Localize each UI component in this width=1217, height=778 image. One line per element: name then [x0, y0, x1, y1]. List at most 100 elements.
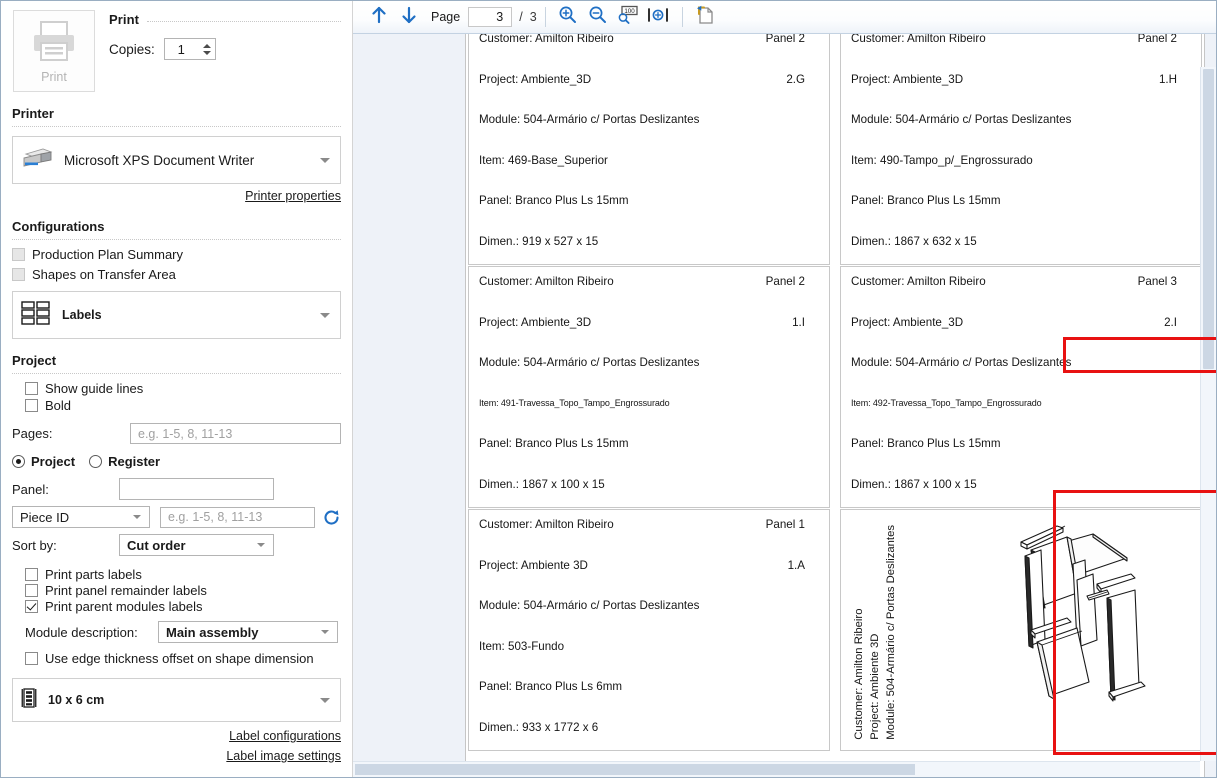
checkbox-label: Production Plan Summary [32, 247, 184, 262]
radio-project[interactable]: Project [12, 454, 75, 469]
checkbox-box[interactable] [12, 248, 25, 261]
checkbox-box[interactable] [25, 600, 38, 613]
print-button-label: Print [41, 69, 67, 84]
chevron-down-icon[interactable] [320, 158, 330, 163]
code-text: 2.G [786, 72, 805, 86]
chevron-down-icon[interactable] [320, 313, 330, 318]
checkbox-print-parent-modules-labels[interactable]: Print parent modules labels [25, 599, 341, 614]
code-text: 1.A [787, 558, 805, 572]
item-text: Item: 490-Tampo_p/_Engrossurado [851, 153, 1033, 167]
label-configurations-link[interactable]: Label configurations [229, 729, 341, 743]
checkbox-label: Use edge thickness offset on shape dimen… [45, 651, 314, 666]
zoom-in-icon[interactable] [558, 5, 577, 29]
report-mode-select[interactable]: Labels [12, 291, 341, 339]
radio-label: Register [108, 454, 161, 469]
print-button[interactable]: Print [13, 10, 95, 92]
page-label: Page [431, 10, 461, 24]
customer-text: Customer: Amilton Ribeiro [479, 34, 614, 45]
page-separator: / [519, 10, 523, 24]
panel-text: Panel 2 [1137, 34, 1177, 45]
radio-label: Project [31, 454, 76, 469]
vertical-scrollbar[interactable] [1200, 67, 1216, 761]
copies-stepper[interactable]: 1 [163, 38, 216, 60]
project-section-divider [12, 373, 341, 374]
export-button[interactable] [691, 4, 719, 30]
item-text: Item: 492-Travessa_Topo_Tampo_Engrossura… [851, 397, 1042, 408]
checkbox-print-parts-labels[interactable]: Print parts labels [25, 567, 341, 582]
print-header: Print Print Copies: 1 [12, 1, 341, 92]
printer-select[interactable]: Microsoft XPS Document Writer [12, 136, 341, 184]
fit-width-button[interactable] [644, 4, 672, 30]
copies-value[interactable]: 1 [165, 42, 200, 57]
checkbox-shapes-on-transfer-area[interactable]: Shapes on Transfer Area [12, 267, 341, 282]
label-image-settings-link[interactable]: Label image settings [226, 749, 341, 763]
filter-type-select[interactable]: Piece ID [12, 506, 150, 528]
checkbox-box[interactable] [25, 399, 38, 412]
label-size-select[interactable]: 10 x 6 cm [12, 678, 341, 722]
dimension-text: Dimen.: 1867 x 100 x 15 [851, 477, 977, 491]
zoom-percent-button[interactable]: 100 [614, 4, 642, 30]
chevron-down-icon[interactable] [320, 698, 330, 703]
label-row-customer: Customer: Amilton Ribeiro Panel 2 [851, 34, 1191, 73]
panel-row: Panel: [12, 478, 341, 500]
checkbox-label: Print panel remainder labels [45, 583, 207, 598]
checkbox-label: Shapes on Transfer Area [32, 267, 176, 282]
zoom-out-icon[interactable] [588, 5, 607, 29]
checkbox-edge-thickness-offset[interactable]: Use edge thickness offset on shape dimen… [25, 651, 341, 666]
zoom-in-button[interactable] [554, 4, 582, 30]
vertical-scroll-thumb[interactable] [1203, 69, 1214, 369]
chevron-up-icon[interactable] [203, 43, 212, 48]
code-text: 1.I [792, 315, 805, 329]
export-page-icon[interactable] [695, 5, 715, 30]
chevron-down-icon[interactable] [257, 543, 265, 547]
next-page-button[interactable] [395, 4, 423, 30]
refresh-icon[interactable] [322, 508, 341, 527]
sort-select[interactable]: Cut order [119, 534, 274, 556]
report-mode-value: Labels [62, 308, 102, 322]
zoom-out-button[interactable] [584, 4, 612, 30]
radio-register[interactable]: Register [89, 454, 160, 469]
printer-section-title: Printer [12, 106, 54, 121]
printer-properties-link[interactable]: Printer properties [245, 189, 341, 203]
horizontal-scroll-thumb[interactable] [355, 764, 915, 775]
checkbox-box[interactable] [25, 584, 38, 597]
panel-material-text: Panel: Branco Plus Ls 15mm [851, 194, 1001, 207]
code-text: 2.I [1164, 315, 1177, 329]
checkbox-box[interactable] [25, 382, 38, 395]
label-row-project: Project: Ambiente 3D 1.A [479, 559, 819, 600]
previous-page-button[interactable] [365, 4, 393, 30]
checkbox-print-panel-remainder-labels[interactable]: Print panel remainder labels [25, 583, 341, 598]
checkbox-production-plan-summary[interactable]: Production Plan Summary [12, 247, 341, 262]
module-description-row: Module description: Main assembly [25, 621, 341, 643]
chevron-down-icon[interactable] [133, 515, 141, 519]
panel-select[interactable] [119, 478, 274, 500]
preview-canvas[interactable]: Customer: Amilton Ribeiro Panel 2 Projec… [353, 34, 1216, 777]
label-row-item: Item: 491-Travessa_Topo_Tampo_Engrossura… [479, 397, 819, 438]
pages-input[interactable]: e.g. 1-5, 8, 11-13 [130, 423, 341, 444]
horizontal-scrollbar[interactable] [353, 761, 1200, 777]
checkbox-bold[interactable]: Bold [25, 398, 341, 413]
printer-name: Microsoft XPS Document Writer [64, 152, 255, 168]
arrow-up-icon[interactable] [371, 6, 387, 29]
module-description-select[interactable]: Main assembly [158, 621, 338, 643]
label-row-module: Module: 504-Armário c/ Portas Deslizante… [479, 356, 819, 397]
zoom-100-icon[interactable]: 100 [617, 5, 638, 29]
radio-dot[interactable] [89, 455, 103, 468]
fit-width-icon[interactable] [647, 6, 669, 29]
checkbox-show-guide-lines[interactable]: Show guide lines [25, 381, 341, 396]
checkbox-box[interactable] [12, 268, 25, 281]
printer-section-divider [12, 126, 341, 127]
module-text: Module: 504-Armário c/ Portas Deslizante… [851, 356, 1072, 369]
chevron-down-icon[interactable] [321, 630, 329, 634]
chevron-down-icon[interactable] [203, 50, 212, 55]
scope-radio-group: Project Register [12, 454, 341, 469]
filter-value-input[interactable]: e.g. 1-5, 8, 11-13 [160, 506, 315, 528]
radio-dot[interactable] [12, 455, 25, 468]
checkbox-box[interactable] [25, 652, 38, 665]
page-number-input[interactable]: 3 [468, 7, 513, 27]
label-row-panel-material: Panel: Branco Plus Ls 6mm [479, 680, 819, 721]
checkbox-box[interactable] [25, 568, 38, 581]
arrow-down-icon[interactable] [401, 6, 417, 29]
copies-spinner-arrows[interactable] [200, 39, 215, 59]
toolbar-divider [544, 7, 546, 27]
